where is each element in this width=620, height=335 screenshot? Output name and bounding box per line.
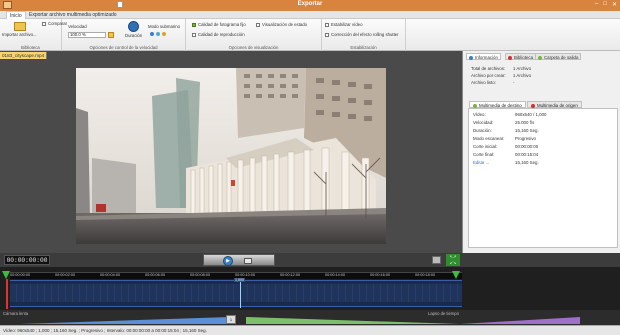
video-preview <box>76 68 386 244</box>
playback-quality-checkbox[interactable] <box>192 33 196 37</box>
start-indicator <box>6 279 8 309</box>
fit-zoom-in-icon[interactable]: ↙↘ <box>446 260 460 266</box>
summary-row: Archivo por crear: 1 Archivo <box>471 73 532 78</box>
speed-ramp-graphic[interactable] <box>20 316 580 324</box>
tab-source-media[interactable]: Multimedia de origen <box>527 101 582 108</box>
tick-label: 00:00:00:00 <box>10 273 31 277</box>
duration-button[interactable]: Duración <box>125 33 142 38</box>
speed-preset-icon[interactable] <box>108 32 114 38</box>
exporter-window: { "window": {"title": "Exportar"}, "tabs… <box>0 0 620 335</box>
tick-label: 00:00:16:00 <box>370 273 391 277</box>
transport-box: ▶ <box>203 254 275 266</box>
tick-label: 00:00:06:00 <box>145 273 166 277</box>
summary-row: Total de archivos: 1 Archivo <box>471 66 532 71</box>
detail-row: Vídeo: 960x540 / 1,000 <box>473 112 547 117</box>
clock-icon <box>128 21 139 32</box>
detail-row: Velocidad: 25.000 f/s <box>473 120 535 125</box>
speed-ramp-bar: Cámara lenta Lapso de tiempo 1 <box>0 310 620 325</box>
tick-label: 00:00:04:00 <box>100 273 121 277</box>
playhead[interactable] <box>240 281 241 308</box>
playhead-speed-label: 1,000 <box>234 278 245 282</box>
media-details: Vídeo: 960x540 / 1,000 Velocidad: 25.000 f… <box>468 108 618 248</box>
still-frame-quality-label: Calidad de fotograma fijo <box>198 22 246 27</box>
edit-link[interactable]: Editar ... 15,160 Seg. <box>473 160 539 165</box>
group-velocidad-label: Opciones de control de la velocidad <box>89 45 158 50</box>
maximize-icon[interactable]: □ <box>603 1 607 8</box>
tick-label: 00:00:10:00 <box>235 273 256 277</box>
track-clip[interactable] <box>10 284 462 302</box>
still-frame-quality-checkbox[interactable] <box>192 23 196 27</box>
group-biblioteca: Importar archivo... Comparar Biblioteca <box>0 19 67 51</box>
speed-label: Velocidad <box>68 24 87 29</box>
detail-row: Modo escanear: Progresivo <box>473 136 536 141</box>
speed-slider-thumb[interactable]: 1 <box>226 315 236 324</box>
tick-label: 00:00:12:00 <box>280 273 301 277</box>
video-track[interactable]: 1,000 <box>10 278 462 308</box>
group-estabilizacion-label: Estabilización <box>350 45 377 50</box>
close-icon[interactable]: ✕ <box>612 1 617 8</box>
player-controls: 00:00:00:00 ▶ ↖↗ ↙↘ <box>0 253 620 267</box>
status-display-label: Visualización de estado <box>262 22 308 27</box>
stabilize-label: Estabilizar vídeo <box>331 22 363 27</box>
info-panel: Información Biblioteca Carpeta de salida… <box>462 51 620 253</box>
group-visualizacion-label: Opciones de visualización <box>228 45 279 50</box>
group-visualizacion: Calidad de fotograma fijo Visualización … <box>186 19 322 51</box>
minimize-icon[interactable]: – <box>595 1 598 8</box>
ribbon: Importar archivo... Comparar Biblioteca … <box>0 19 620 51</box>
rolling-shutter-checkbox[interactable] <box>325 33 329 37</box>
status-bar: Vídeo: 960x540 ; 1,000 ; 15,160 Seg. ; P… <box>0 325 620 335</box>
in-marker-icon[interactable] <box>2 271 10 279</box>
cityscape-frame <box>76 68 386 244</box>
playback-quality-label: Calidad de reproducción <box>198 32 245 37</box>
detail-row: Duración: 15,160 Seg. <box>473 128 539 133</box>
window-title: Exportar <box>297 1 323 7</box>
tab-destination-media[interactable]: Multimedia de destino <box>469 101 526 108</box>
folder-icon <box>14 22 26 31</box>
library-icon <box>508 55 512 60</box>
summary-row: Archivo listo: - <box>471 80 515 85</box>
compare-checkbox[interactable] <box>42 22 46 26</box>
color-orange-icon[interactable] <box>162 32 166 36</box>
info-icon <box>469 55 473 60</box>
title-bar: Exportar – □ ✕ <box>0 0 620 11</box>
play-icon[interactable]: ▶ <box>223 256 233 266</box>
group-biblioteca-label: Biblioteca <box>21 45 40 50</box>
speed-input[interactable]: 100.0 % <box>68 32 106 38</box>
timeline[interactable]: 00:00:00:00 00:00:02:00 00:00:04:00 00:0… <box>0 267 620 310</box>
snapshot-icon[interactable] <box>432 256 441 264</box>
out-marker-icon[interactable] <box>452 271 460 279</box>
tick-label: 00:00:08:00 <box>190 273 211 277</box>
rolling-shutter-label: Corrección del efecto rolling shutter <box>331 32 399 37</box>
color-blue-icon[interactable] <box>150 32 154 36</box>
timecode-display: 00:00:00:00 <box>4 255 50 265</box>
tab-informacion[interactable]: Información <box>466 53 501 60</box>
ribbon-tabs: Inicio Exportar archivo multimedia optim… <box>0 11 620 19</box>
camera-icon[interactable] <box>244 258 252 264</box>
document-tab[interactable]: 0183_cityscape.mp4 <box>0 52 48 59</box>
tick-label: 00:00:02:00 <box>55 273 76 277</box>
underwater-mode-label[interactable]: Modo submarino <box>148 24 180 29</box>
color-cyan-icon[interactable] <box>156 32 160 36</box>
import-button[interactable]: Importar archivo... <box>2 32 37 37</box>
tick-label: 00:00:18:00 <box>415 273 436 277</box>
detail-row: Corte inicial: 00:00:00:00 <box>473 144 539 149</box>
stabilize-checkbox[interactable] <box>325 23 329 27</box>
group-estabilizacion: Estabilizar vídeo Corrección del efecto … <box>322 19 406 51</box>
detail-row: Corte final: 00:00:15:04 <box>473 152 539 157</box>
tab-biblioteca[interactable]: Biblioteca <box>505 53 537 60</box>
tab-carpeta-salida[interactable]: Carpeta de salida <box>535 53 582 60</box>
output-folder-icon <box>538 55 542 60</box>
tab-export-info: Exportar archivo multimedia optimizado <box>29 12 117 18</box>
tab-inicio[interactable]: Inicio <box>6 11 26 19</box>
tick-label: 00:00:14:00 <box>325 273 346 277</box>
status-display-checkbox[interactable] <box>256 23 260 27</box>
group-velocidad: Velocidad 100.0 % Duración Modo submarin… <box>62 19 186 51</box>
